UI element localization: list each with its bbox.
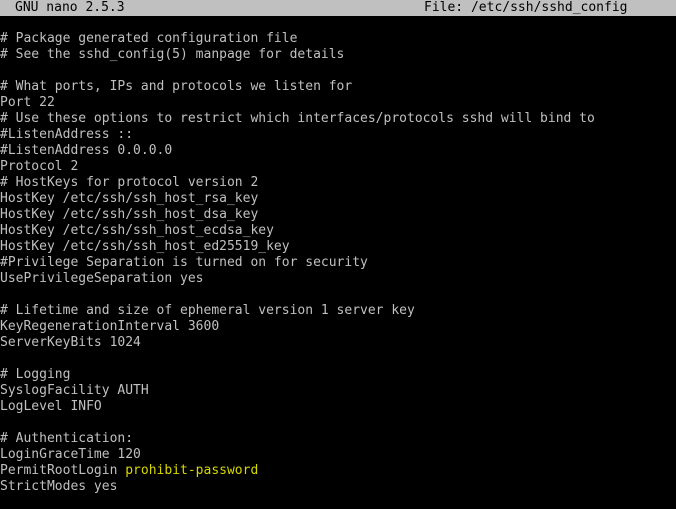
config-line[interactable]: #ListenAddress :: [0,127,676,143]
config-line[interactable]: LoginGraceTime 120 [0,447,676,463]
config-line-text: HostKey /etc/ssh/ssh_host_ecdsa_key [0,223,274,238]
config-line-text: StrictModes yes [0,479,118,494]
config-line[interactable]: UsePrivilegeSeparation yes [0,271,676,287]
config-line-text: LoginGraceTime 120 [0,447,141,462]
config-line[interactable]: #Privilege Separation is turned on for s… [0,255,676,271]
terminal-window: GNU nano 2.5.3 File: /etc/ssh/sshd_confi… [0,0,676,509]
nano-title-bar: GNU nano 2.5.3 File: /etc/ssh/sshd_confi… [0,0,676,16]
config-line[interactable] [0,415,676,431]
config-line[interactable]: HostKey /etc/ssh/ssh_host_ed25519_key [0,239,676,255]
config-line[interactable]: Protocol 2 [0,159,676,175]
config-line[interactable]: ServerKeyBits 1024 [0,335,676,351]
config-line[interactable] [0,351,676,367]
config-line[interactable]: SyslogFacility AUTH [0,383,676,399]
config-line-text: Protocol 2 [0,159,79,174]
config-line-text: HostKey /etc/ssh/ssh_host_rsa_key [0,191,259,206]
config-line-text: # What ports, IPs and protocols we liste… [0,79,353,94]
config-line[interactable]: LogLevel INFO [0,399,676,415]
config-line[interactable]: HostKey /etc/ssh/ssh_host_dsa_key [0,207,676,223]
config-line-text: # Logging [0,367,71,382]
config-line[interactable]: # Use these options to restrict which in… [0,111,676,127]
config-line-text: # See the sshd_config(5) manpage for det… [0,47,345,62]
config-line[interactable]: # Authentication: [0,431,676,447]
config-line-text: # Lifetime and size of ephemeral version… [0,303,415,318]
file-name-label: File: /etc/ssh/sshd_config [424,0,628,15]
config-line[interactable]: # Package generated configuration file [0,31,676,47]
editor-text-area[interactable]: # Package generated configuration file # … [0,31,676,495]
config-line[interactable]: PermitRootLogin prohibit-password [0,463,676,479]
config-line-text: ServerKeyBits 1024 [0,335,141,350]
config-line-text: HostKey /etc/ssh/ssh_host_dsa_key [0,207,259,222]
config-line-text: KeyRegenerationInterval 3600 [0,319,220,334]
config-line[interactable]: # HostKeys for protocol version 2 [0,175,676,191]
config-line-text: #ListenAddress 0.0.0.0 [0,143,173,158]
config-line-text: LogLevel INFO [0,399,102,414]
config-line[interactable]: # What ports, IPs and protocols we liste… [0,79,676,95]
config-line-text: UsePrivilegeSeparation yes [0,271,204,286]
config-line[interactable]: HostKey /etc/ssh/ssh_host_ecdsa_key [0,223,676,239]
config-line[interactable]: Port 22 [0,95,676,111]
config-line-text: PermitRootLogin [0,463,126,478]
config-line[interactable]: # Lifetime and size of ephemeral version… [0,303,676,319]
config-line-text: # Authentication: [0,431,134,446]
config-line-text: # HostKeys for protocol version 2 [0,175,259,190]
config-line[interactable] [0,63,676,79]
config-line-text: # Package generated configuration file [0,31,298,46]
config-line-text: SyslogFacility AUTH [0,383,149,398]
config-line[interactable]: # Logging [0,367,676,383]
config-line-text: HostKey /etc/ssh/ssh_host_ed25519_key [0,239,290,254]
config-line-text: # Use these options to restrict which in… [0,111,595,126]
config-line-text: #Privilege Separation is turned on for s… [0,255,368,270]
config-line[interactable]: KeyRegenerationInterval 3600 [0,319,676,335]
config-value-highlight: prohibit-password [125,463,259,478]
config-line-text: #ListenAddress :: [0,127,134,142]
config-line[interactable]: #ListenAddress 0.0.0.0 [0,143,676,159]
config-line[interactable] [0,287,676,303]
config-line[interactable]: # See the sshd_config(5) manpage for det… [0,47,676,63]
config-line-text: Port 22 [0,95,55,110]
app-version-label: GNU nano 2.5.3 [15,0,125,15]
config-line[interactable]: StrictModes yes [0,479,676,495]
config-line[interactable]: HostKey /etc/ssh/ssh_host_rsa_key [0,191,676,207]
